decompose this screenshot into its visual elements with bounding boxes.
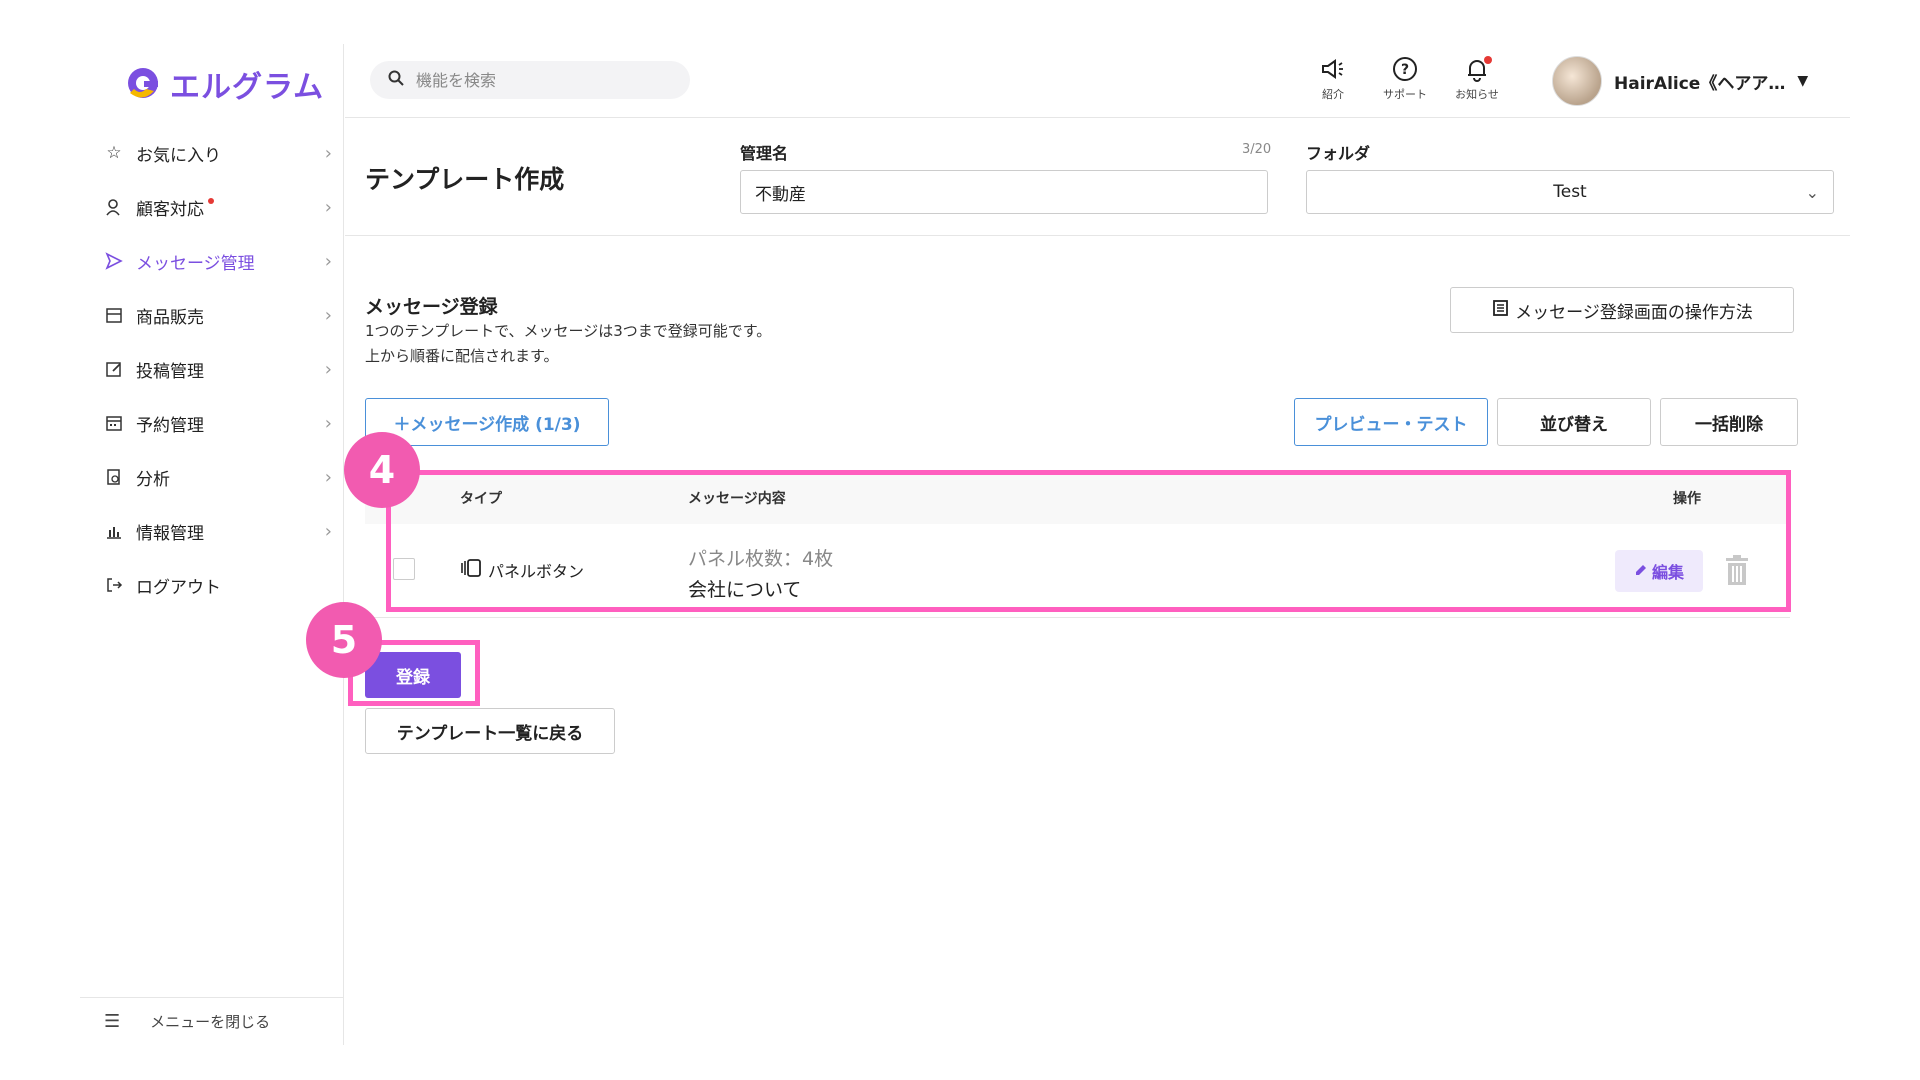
logo[interactable]: エルグラム [124,62,324,106]
notifications-label: お知らせ [1455,88,1499,101]
sidebar-item-label: 商品販売 [136,307,204,328]
send-icon [104,251,124,271]
bar-chart-icon [104,521,124,541]
howto-button[interactable]: メッセージ登録画面の操作方法 [1450,287,1794,333]
support-label: サポート [1383,88,1427,101]
notification-dot [1484,56,1492,64]
search-icon [388,70,404,91]
folder-label: フォルダ [1306,144,1371,163]
folder-selected-value: Test [1553,182,1587,202]
sidebar-item-posts[interactable]: 投稿管理 › [80,342,344,396]
edit-icon [104,359,124,379]
create-message-label: ＋メッセージ作成 (1/3) [393,414,581,435]
svg-text:?: ? [1401,62,1409,78]
highlight-box-4 [386,470,1791,612]
notifications-button[interactable]: お知らせ [1442,56,1512,102]
megaphone-icon [1298,56,1368,86]
support-button[interactable]: ? サポート [1370,56,1440,102]
folder-select[interactable]: Test ⌄ [1306,170,1834,214]
back-to-list-label: テンプレート一覧に戻る [396,723,584,744]
name-input[interactable] [740,170,1268,214]
chevron-right-icon: › [324,358,332,380]
description-line-1: 1つのテンプレートで、メッセージは3つまで登録可能です。 [365,322,772,340]
chevron-right-icon: › [324,142,332,164]
calendar-icon [104,413,124,433]
sidebar: エルグラム ☆ お気に入り › 顧客対応 › メッセージ管理 › 商品販売 › … [80,44,344,1045]
chevron-right-icon: › [324,520,332,542]
book-icon [1491,299,1509,322]
top-header: 紹介 ? サポート お知らせ HairAlice《ヘアア… ▼ [345,44,1850,118]
menu-collapse-icon: ☰ [104,1011,121,1032]
back-to-list-button[interactable]: テンプレート一覧に戻る [365,708,615,754]
name-counter: 3/20 [1242,142,1272,157]
sidebar-item-label: 顧客対応 [136,199,204,220]
logout-icon [104,575,124,595]
close-menu-label: メニューを閉じる [150,1013,271,1031]
sidebar-item-reservations[interactable]: 予約管理 › [80,396,344,450]
chevron-right-icon: › [324,250,332,272]
section-title: メッセージ登録 [365,296,498,318]
name-label: 管理名 [740,144,789,163]
chevron-down-icon: ⌄ [1805,182,1819,202]
page-title: テンプレート作成 [365,165,565,194]
user-icon [104,197,124,217]
chevron-right-icon: › [324,196,332,218]
sidebar-item-label: メッセージ管理 [136,253,255,274]
preview-test-label: プレビュー・テスト [1314,414,1468,435]
sort-label: 並び替え [1540,414,1608,435]
sidebar-item-label: 投稿管理 [136,361,204,382]
notification-dot [208,198,214,204]
chevron-right-icon: › [324,304,332,326]
sidebar-item-info-management[interactable]: 情報管理 › [80,504,344,558]
sidebar-item-label: ログアウト [136,577,221,598]
bell-icon [1442,56,1512,86]
sidebar-item-label: お気に入り [136,145,221,166]
bulk-delete-button[interactable]: 一括削除 [1660,398,1798,446]
sidebar-nav: ☆ お気に入り › 顧客対応 › メッセージ管理 › 商品販売 › 投稿管理 ›… [80,126,344,612]
description-line-2: 上から順番に配信されます。 [365,347,559,365]
user-name: HairAlice《ヘアア… [1614,73,1786,94]
store-icon [104,305,124,325]
sidebar-item-logout[interactable]: ログアウト [80,558,344,612]
search-bar[interactable] [370,61,690,99]
sort-button[interactable]: 並び替え [1497,398,1651,446]
close-menu-button[interactable]: ☰ メニューを閉じる [80,997,344,1045]
sidebar-item-favorites[interactable]: ☆ お気に入り › [80,126,344,180]
logo-icon [124,65,162,103]
logo-text: エルグラム [170,70,325,105]
bulk-delete-label: 一括削除 [1695,414,1763,435]
caret-down-icon: ▼ [1797,73,1809,89]
sidebar-item-label: 情報管理 [136,523,204,544]
sidebar-item-customer[interactable]: 顧客対応 › [80,180,344,234]
chevron-right-icon: › [324,412,332,434]
howto-label: メッセージ登録画面の操作方法 [1515,302,1753,323]
sidebar-item-analysis[interactable]: 分析 › [80,450,344,504]
search-input[interactable] [416,70,656,90]
user-menu[interactable]: HairAlice《ヘアア… ▼ [1552,56,1808,106]
sidebar-item-label: 予約管理 [136,415,204,436]
avatar [1552,56,1602,106]
star-icon: ☆ [106,143,122,163]
sidebar-item-sales[interactable]: 商品販売 › [80,288,344,342]
chevron-right-icon: › [324,466,332,488]
intro-button[interactable]: 紹介 [1298,56,1368,102]
app-root: エルグラム ☆ お気に入り › 顧客対応 › メッセージ管理 › 商品販売 › … [0,0,1920,1080]
step-badge-5: 5 [306,602,382,678]
sidebar-item-message-management[interactable]: メッセージ管理 › [80,234,344,288]
preview-test-button[interactable]: プレビュー・テスト [1294,398,1488,446]
intro-label: 紹介 [1322,88,1344,101]
sidebar-item-label: 分析 [136,469,170,490]
template-form-row: テンプレート作成 管理名 3/20 フォルダ Test ⌄ [345,118,1850,236]
help-circle-icon: ? [1370,56,1440,86]
analysis-icon [104,467,124,487]
step-badge-4: 4 [344,432,420,508]
